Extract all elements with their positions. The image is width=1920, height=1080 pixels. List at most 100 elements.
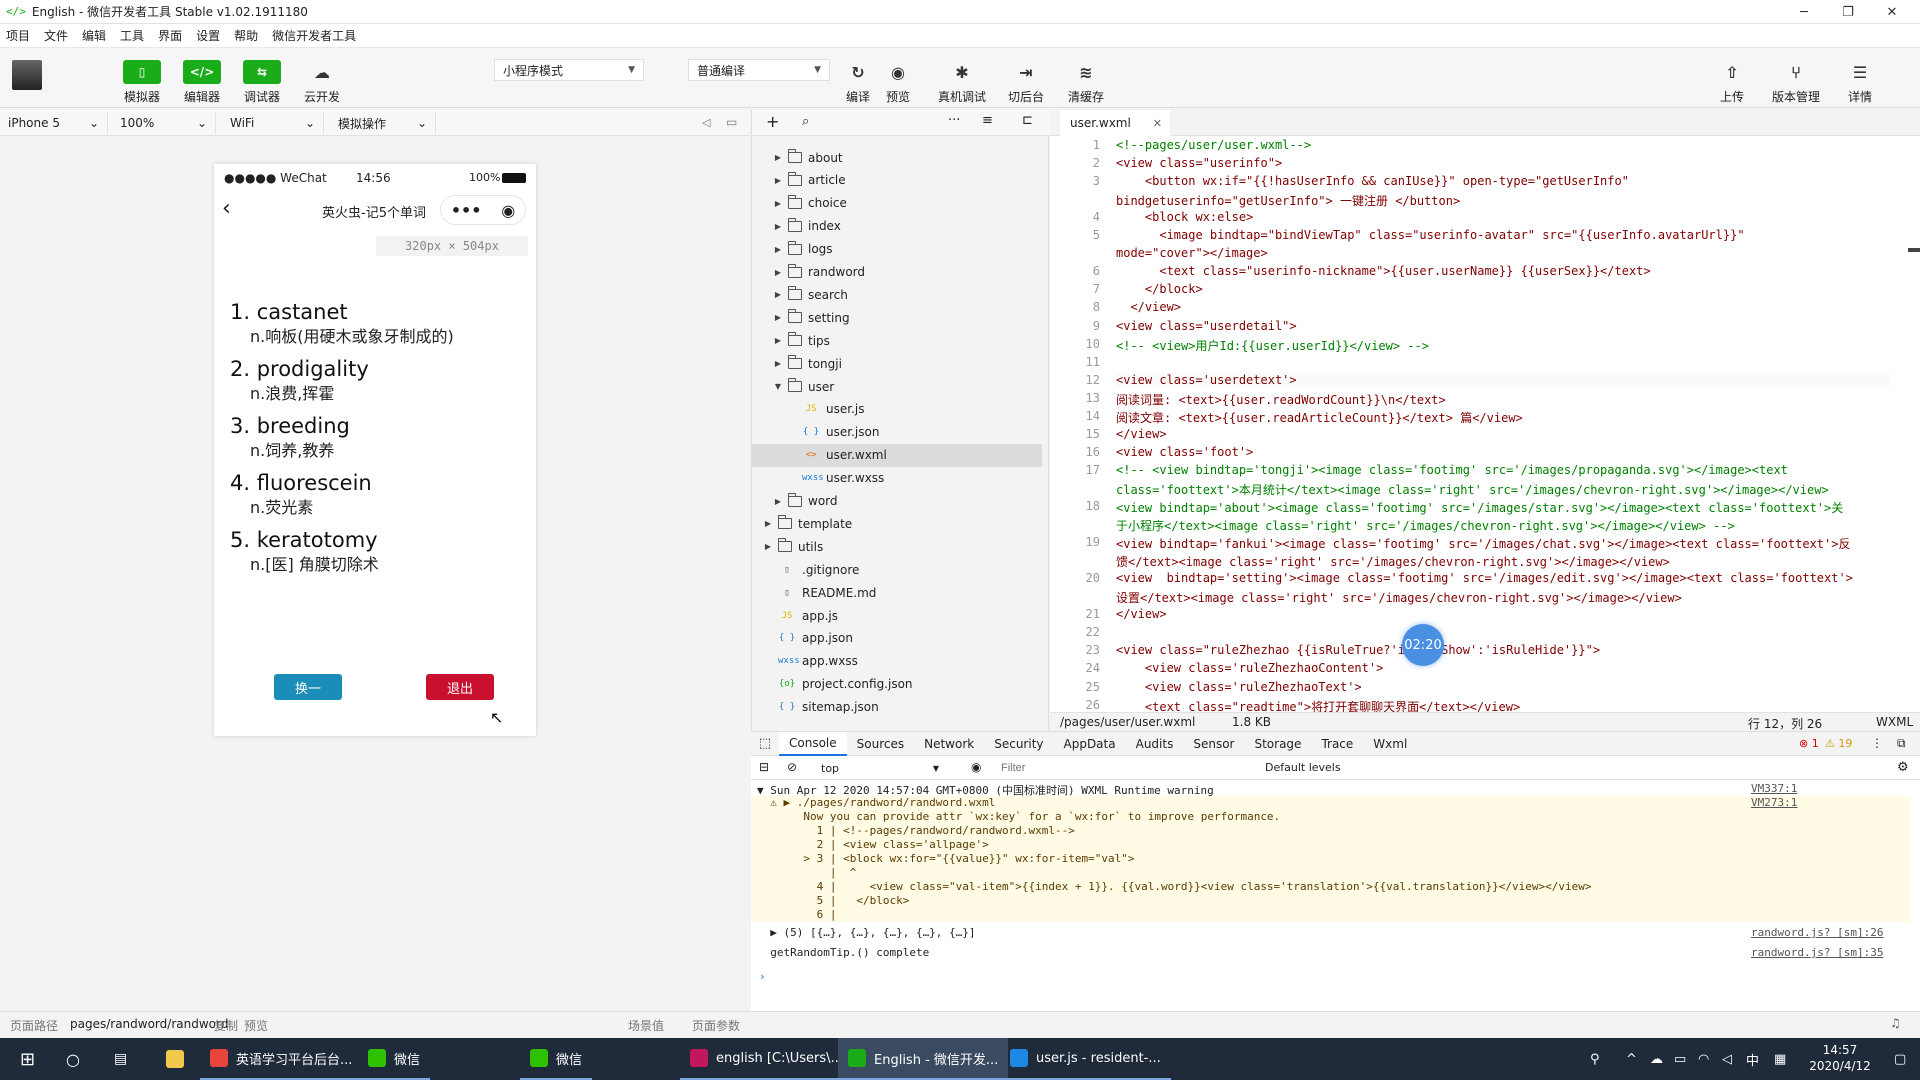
notification-icon[interactable]: ▢ (1884, 1038, 1916, 1080)
source-link[interactable]: randword.js? [sm]:26 (1751, 926, 1883, 939)
upload-button[interactable]: ⇧ 上传 (1710, 60, 1754, 105)
console-line[interactable]: Now you can provide attr `wx:key` for a … (751, 810, 1911, 824)
chevron-right-icon[interactable]: ▶ (772, 359, 784, 368)
tab-audits[interactable]: Audits (1126, 732, 1184, 756)
file-tree-item[interactable]: ▶ article (752, 169, 1042, 192)
task-view-icon[interactable]: ▤ (104, 1038, 137, 1080)
file-tree-item[interactable]: JS app.js (752, 604, 1042, 627)
gear-icon[interactable]: ⚙ (1897, 760, 1909, 775)
tab-security[interactable]: Security (984, 732, 1053, 756)
close-window-button[interactable]: ✕ (1870, 0, 1914, 24)
source-link[interactable]: randword.js? [sm]:35 (1751, 946, 1883, 959)
tab-sources[interactable]: Sources (847, 732, 914, 756)
device-select[interactable]: iPhone 5 ⌄ (0, 112, 108, 134)
taskbar-app[interactable]: user.js - resident-... (1000, 1038, 1171, 1080)
taskbar-app[interactable]: English - 微信开发... (838, 1038, 1009, 1080)
chevron-right-icon[interactable]: ▶ (772, 222, 784, 231)
code-line[interactable]: bindgetuserinfo="getUserInfo"> 一键注册 </bu… (1116, 192, 1890, 209)
file-tree-item[interactable]: {o} project.config.json (752, 673, 1042, 696)
chevron-right-icon[interactable]: ▶ (772, 290, 784, 299)
console-line[interactable]: 2 | <view class='allpage'> (751, 838, 1911, 852)
code-line[interactable]: 设置</text><image class='right' src='/imag… (1116, 589, 1890, 606)
eye-icon[interactable]: ◉ (971, 760, 981, 774)
file-tree-item[interactable]: ▶ tongji (752, 352, 1042, 375)
file-tree-item[interactable]: { } user.json (752, 421, 1042, 444)
minimize-button[interactable]: ─ (1782, 0, 1826, 24)
more-icon[interactable]: ••• (451, 201, 482, 220)
tab-sensor[interactable]: Sensor (1183, 732, 1244, 756)
clock[interactable]: 14:57 2020/4/12 (1800, 1042, 1880, 1074)
code-line[interactable]: <view class='foot'> (1116, 445, 1890, 459)
menu-view[interactable]: 界面 (158, 27, 182, 44)
code-line[interactable]: <view class='ruleZhezhaoText'> (1116, 680, 1890, 694)
tab-appdata[interactable]: AppData (1054, 732, 1126, 756)
code-line[interactable]: <view class="userinfo"> (1116, 156, 1890, 170)
console-filter-input[interactable] (1001, 759, 1251, 777)
chevron-right-icon[interactable]: ▶ (762, 519, 774, 528)
back-icon[interactable]: ‹ (222, 196, 231, 221)
start-icon[interactable]: ⊞ (10, 1038, 45, 1080)
cloud-button[interactable]: ☁ 云开发 (300, 60, 344, 105)
code-line[interactable]: <view bindtap='setting'><image class='fo… (1116, 571, 1890, 585)
inspect-icon[interactable]: ⬚ (751, 736, 779, 751)
context-select[interactable]: top ▼ (815, 758, 945, 778)
console-line[interactable]: 1 | <!--pages/randword/randword.wxml--> (751, 824, 1911, 838)
chevron-right-icon[interactable]: ▶ (772, 497, 784, 506)
real-device-debug-button[interactable]: ✱ 真机调试 (938, 60, 986, 105)
compile-button[interactable]: ↻ 编译 (836, 60, 880, 105)
collapse-icon[interactable]: ≡ (982, 113, 993, 128)
debugger-toggle[interactable]: ⇆ 调试器 (240, 60, 284, 105)
zoom-select[interactable]: 100% ⌄ (112, 112, 216, 134)
editor-toggle[interactable]: </> 编辑器 (180, 60, 224, 105)
taskbar-app[interactable]: english [C:\Users\... (680, 1038, 853, 1080)
version-button[interactable]: ⑂ 版本管理 (1772, 60, 1820, 105)
tab-trace[interactable]: Trace (1311, 732, 1363, 756)
log-levels-select[interactable]: Default levels (1265, 761, 1341, 774)
chevron-down-icon[interactable]: ▼ (772, 382, 784, 391)
tab-storage[interactable]: Storage (1244, 732, 1311, 756)
console-line[interactable]: 4 | <view class="val-item">{{index + 1}}… (751, 880, 1911, 894)
file-tree-item[interactable]: { } sitemap.json (752, 696, 1042, 719)
file-tree-item[interactable]: ▯ README.md (752, 581, 1042, 604)
tab-wxml[interactable]: Wxml (1363, 732, 1417, 756)
split-icon[interactable]: ⊏ (1022, 113, 1033, 128)
console-prompt-icon[interactable]: › (759, 970, 1919, 983)
console-line[interactable]: ⚠ ▶ ./pages/randword/randword.wxml VM273:… (751, 796, 1911, 810)
code-line[interactable]: 阅读词量: <text>{{user.readWordCount}}\n</te… (1116, 391, 1890, 408)
close-circle-icon[interactable]: ◉ (501, 201, 515, 220)
console-line[interactable]: ▶ (5) [{…}, {…}, {…}, {…}, {…}] randword.… (751, 926, 1911, 940)
chevron-right-icon[interactable]: ▶ (772, 153, 784, 162)
code-line[interactable]: <view class="ruleZhezhao {{isRuleTrue?'i… (1116, 643, 1890, 657)
code-line[interactable]: </block> (1116, 282, 1890, 296)
recording-timer[interactable]: 02:20 (1402, 624, 1444, 666)
taskbar-app[interactable]: 英语学习平台后台... (200, 1038, 363, 1080)
chevron-right-icon[interactable]: ▶ (772, 176, 784, 185)
file-tree-item[interactable]: ▶ index (752, 215, 1042, 238)
taskbar-app[interactable]: 微信 (358, 1038, 431, 1080)
code-line[interactable]: <view bindtap='about'><image class='foot… (1116, 499, 1890, 516)
file-explorer-icon[interactable] (156, 1038, 194, 1080)
source-link[interactable]: VM273:1 (1751, 796, 1797, 809)
file-tree-item[interactable]: <> user.wxml (752, 443, 1042, 467)
simulator-toggle[interactable]: ▯ 模拟器 (120, 60, 164, 105)
code-line[interactable]: <!--pages/user/user.wxml--> (1116, 138, 1890, 152)
console-line[interactable]: 6 | (751, 908, 1911, 922)
chevron-right-icon[interactable]: ▶ (772, 336, 784, 345)
code-line[interactable]: <!-- <view bindtap='tongji'><image class… (1116, 463, 1890, 477)
menu-wechat-devtools[interactable]: 微信开发者工具 (272, 27, 356, 44)
copy-link[interactable]: 复制 (214, 1017, 238, 1034)
code-line[interactable]: <block wx:else> (1116, 210, 1890, 224)
code-area[interactable]: 1 <!--pages/user/user.wxml--> 2 <view class… (1050, 138, 1890, 714)
code-line[interactable]: <view bindtap='fankui'><image class='foo… (1116, 535, 1890, 552)
details-button[interactable]: ☰ 详情 (1838, 60, 1882, 105)
compile-mode-select[interactable]: 普通编译 ▼ (688, 59, 830, 81)
chevron-right-icon[interactable]: ▶ (772, 313, 784, 322)
code-line[interactable]: <!-- <view>用户Id:{{user.userId}}</view> -… (1116, 337, 1890, 354)
more-vertical-icon[interactable]: ⋮ (1871, 736, 1883, 750)
code-line[interactable]: </view> (1116, 300, 1890, 314)
clear-cache-button[interactable]: ≋ 清缓存 (1064, 60, 1108, 105)
network-select[interactable]: WiFi ⌄ (222, 112, 324, 134)
tab-console[interactable]: Console (779, 731, 847, 756)
console-line[interactable]: getRandomTip.() complete randword.js? [sm… (751, 946, 1911, 960)
code-line[interactable]: <button wx:if="{{!hasUserInfo && canIUse… (1116, 174, 1890, 188)
